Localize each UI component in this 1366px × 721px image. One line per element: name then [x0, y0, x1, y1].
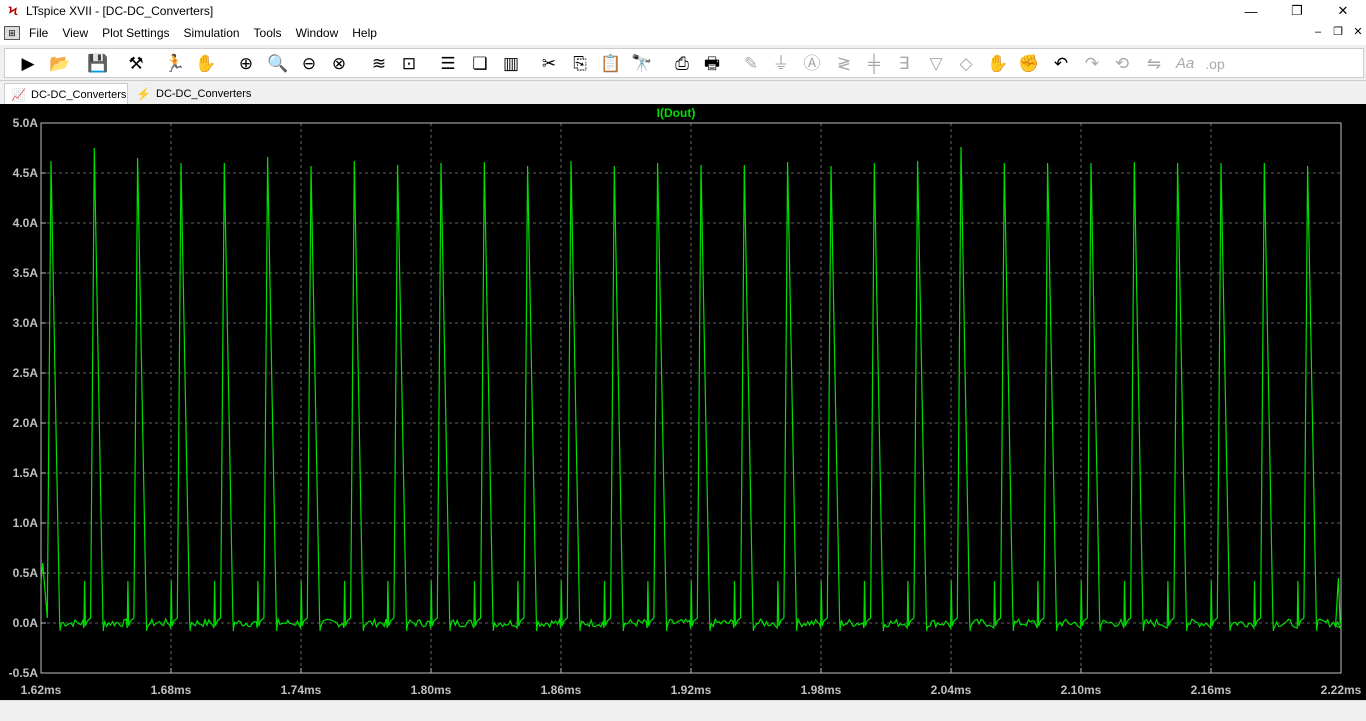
zoom-cancel-icon[interactable]: ⊗: [325, 50, 353, 78]
y-tick-label: 3.0A: [13, 316, 39, 330]
menu-simulation[interactable]: Simulation: [177, 22, 247, 44]
cascade-icon[interactable]: ❏: [466, 50, 494, 78]
paste-icon[interactable]: 📋: [597, 50, 625, 78]
resistor-icon[interactable]: ≷: [830, 50, 858, 78]
x-axis: 1.62ms 1.68ms 1.74ms 1.80ms 1.86ms 1.92ms 1.98…: [21, 668, 1362, 697]
zoom-out-icon[interactable]: ⊖: [295, 50, 323, 78]
schematic-icon: ⚡: [136, 87, 151, 101]
ground-icon[interactable]: ⏚: [767, 50, 795, 78]
run-icon[interactable]: ▶: [14, 50, 42, 78]
tab-label: DC-DC_Converters: [156, 88, 252, 100]
y-tick-label: -0.5A: [9, 666, 39, 680]
mdi-restore-icon[interactable]: ❐: [1330, 24, 1346, 40]
x-tick-label: 1.98ms: [801, 683, 842, 697]
capacitor-icon[interactable]: ╪: [860, 50, 888, 78]
document-menu-icon[interactable]: ⊞: [4, 26, 20, 40]
toolbar: ▶ 📂 💾 ⚒ 🏃 ✋ ⊕ 🔍 ⊖ ⊗ ≋ ⊡ ☰ ❏ ▥ ✂ ⎘ 📋 🔭 ⎙ …: [0, 44, 1366, 81]
menu-file[interactable]: File: [22, 22, 55, 44]
tab-waveform[interactable]: 📈 DC-DC_Converters: [4, 83, 128, 105]
x-tick-label: 2.16ms: [1191, 683, 1232, 697]
y-tick-label: 1.0A: [13, 516, 39, 530]
y-tick-label: 1.5A: [13, 466, 39, 480]
close-icon[interactable]: ✕: [1320, 0, 1366, 22]
x-tick-label: 1.92ms: [671, 683, 712, 697]
component-icon[interactable]: ◇: [952, 50, 980, 78]
redo-icon[interactable]: ↷: [1078, 50, 1106, 78]
undo-icon[interactable]: ↶: [1047, 50, 1075, 78]
mirror-icon[interactable]: ⇋: [1140, 50, 1168, 78]
y-tick-label: 2.5A: [13, 366, 39, 380]
status-bar: [0, 700, 1366, 721]
menu-help[interactable]: Help: [345, 22, 384, 44]
x-tick-label: 1.74ms: [281, 683, 322, 697]
y-axis: 5.0A 4.5A 4.0A 3.5A 3.0A 2.5A 2.0A 1.5A 1.0A 0.5A…: [9, 116, 46, 680]
window-title: LTspice XVII - [DC-DC_Converters]: [26, 4, 214, 18]
drag-icon[interactable]: ✊: [1015, 50, 1043, 78]
control-panel-icon[interactable]: ⚒: [122, 50, 150, 78]
y-tick-label: 3.5A: [13, 266, 39, 280]
tile-horizontal-icon[interactable]: ☰: [434, 50, 462, 78]
print-icon[interactable]: ⎙: [668, 50, 696, 78]
wire-icon[interactable]: ✎: [737, 50, 765, 78]
inductor-icon[interactable]: ∃: [890, 50, 918, 78]
x-tick-label: 2.10ms: [1061, 683, 1102, 697]
x-tick-label: 1.68ms: [151, 683, 192, 697]
menu-window[interactable]: Window: [289, 22, 346, 44]
copy-icon[interactable]: ⎘: [566, 50, 594, 78]
y-tick-label: 0.5A: [13, 566, 39, 580]
mdi-minimize-icon[interactable]: –: [1310, 24, 1326, 40]
open-icon[interactable]: 📂: [46, 50, 74, 78]
x-tick-label: 1.86ms: [541, 683, 582, 697]
tab-schematic[interactable]: ⚡ DC-DC_Converters: [130, 83, 260, 105]
halt-icon[interactable]: ✋: [192, 50, 220, 78]
x-tick-label: 2.04ms: [931, 683, 972, 697]
zoom-area-icon[interactable]: 🔍: [264, 50, 292, 78]
waveform-icon: 📈: [11, 87, 26, 102]
move-icon[interactable]: ✋: [984, 50, 1012, 78]
waveform-viewer[interactable]: 5.0A 4.5A 4.0A 3.5A 3.0A 2.5A 2.0A 1.5A 1.0A 0.5A…: [0, 104, 1366, 700]
run-simulation-icon[interactable]: 🏃: [161, 50, 189, 78]
y-tick-label: 5.0A: [13, 116, 39, 130]
tab-label: DC-DC_Converters: [31, 88, 127, 101]
x-tick-label: 1.62ms: [21, 683, 62, 697]
spice-directive-icon[interactable]: .op: [1201, 50, 1229, 78]
cut-icon[interactable]: ✂: [535, 50, 563, 78]
zoom-in-icon[interactable]: ⊕: [232, 50, 260, 78]
autorange-icon[interactable]: ≋: [365, 50, 393, 78]
ltspice-logo-icon: Ϟ: [8, 4, 18, 18]
maximize-icon[interactable]: ❐: [1274, 0, 1320, 22]
menu-bar: ⊞ File View Plot Settings Simulation Too…: [0, 22, 1366, 44]
mdi-close-icon[interactable]: ✕: [1350, 24, 1366, 40]
diode-icon[interactable]: ▽: [922, 50, 950, 78]
y-tick-label: 0.0A: [13, 616, 39, 630]
text-icon[interactable]: Aa: [1171, 50, 1199, 78]
save-icon[interactable]: 💾: [84, 50, 112, 78]
label-icon[interactable]: Ⓐ: [798, 50, 826, 78]
tile-vertical-icon[interactable]: ▥: [497, 50, 525, 78]
pick-visible-icon[interactable]: ⊡: [395, 50, 423, 78]
print-setup-icon[interactable]: 🖶: [698, 50, 726, 78]
menu-view[interactable]: View: [55, 22, 95, 44]
y-tick-label: 4.0A: [13, 216, 39, 230]
menu-plot-settings[interactable]: Plot Settings: [95, 22, 176, 44]
title-bar: Ϟ LTspice XVII - [DC-DC_Converters] — ❐ …: [0, 0, 1366, 22]
menu-tools[interactable]: Tools: [247, 22, 289, 44]
document-tabs: 📈 DC-DC_Converters ⚡ DC-DC_Converters: [0, 81, 1366, 105]
y-tick-label: 4.5A: [13, 166, 39, 180]
y-tick-label: 2.0A: [13, 416, 39, 430]
rotate-icon[interactable]: ⟲: [1108, 50, 1136, 78]
waveform-plot[interactable]: 5.0A 4.5A 4.0A 3.5A 3.0A 2.5A 2.0A 1.5A 1.0A 0.5A…: [0, 104, 1366, 700]
find-icon[interactable]: 🔭: [628, 50, 656, 78]
x-tick-label: 1.80ms: [411, 683, 452, 697]
trace-label[interactable]: I(Dout): [657, 106, 696, 120]
x-tick-label: 2.22ms: [1321, 683, 1362, 697]
minimize-icon[interactable]: —: [1228, 0, 1274, 22]
